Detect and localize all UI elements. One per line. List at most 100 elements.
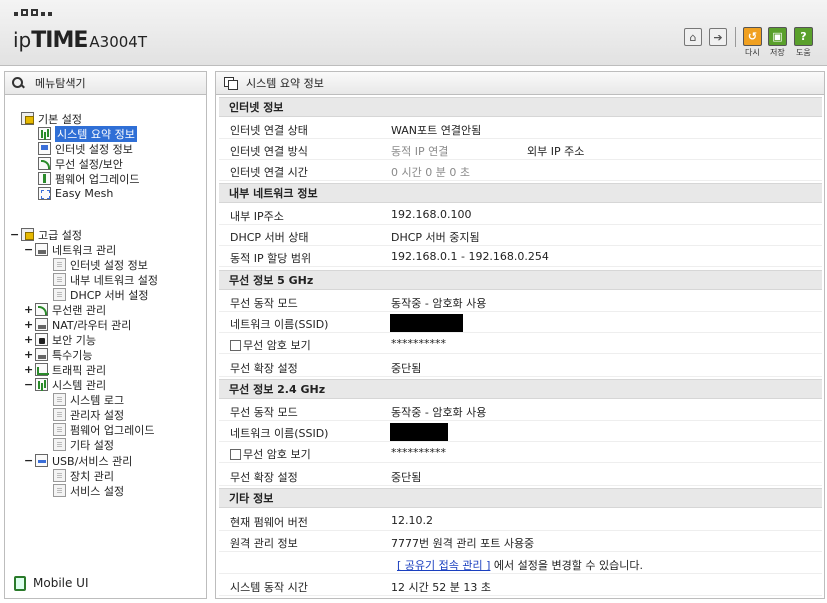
- tree-network-mgmt[interactable]: − 네트워크 관리: [24, 242, 116, 257]
- row-dhcp-status: DHCP 서버 상태 DHCP 서버 중지됨: [219, 225, 822, 246]
- tree-service-settings[interactable]: 서비스 설정: [53, 483, 124, 498]
- expand-icon[interactable]: +: [24, 348, 33, 361]
- show-password-24ghz-checkbox[interactable]: [230, 449, 241, 460]
- row-wifi5-extension: 무선 확장 설정 중단됨: [219, 356, 822, 377]
- logout-icon[interactable]: ➔: [709, 28, 727, 46]
- tree-special[interactable]: + 특수기능: [24, 347, 92, 362]
- row-firmware-version: 현재 펌웨어 버전 12.10.2: [219, 510, 822, 531]
- row-internet-status: 인터넷 연결 상태 WAN포트 연결안됨: [219, 118, 822, 139]
- collapse-icon[interactable]: −: [24, 454, 33, 467]
- mobile-ui-link[interactable]: Mobile UI: [14, 575, 89, 591]
- home-icon[interactable]: ⌂: [684, 28, 702, 46]
- upgrade-icon: [38, 172, 51, 185]
- header-divider: [735, 27, 736, 47]
- tree-system-log[interactable]: 시스템 로그: [53, 392, 124, 407]
- row-remote-mgmt: 원격 관리 정보 7777번 원격 관리 포트 사용중: [219, 531, 822, 552]
- tree-internet-settings[interactable]: 인터넷 설정 정보: [38, 141, 133, 156]
- tree-wireless-security[interactable]: 무선 설정/보안: [38, 156, 123, 171]
- help-label: 도움: [796, 48, 811, 57]
- lock-icon: [35, 333, 48, 346]
- section-wifi-24ghz: 무선 정보 2.4 GHz: [219, 379, 822, 399]
- expand-icon[interactable]: +: [24, 363, 33, 376]
- app-header: ipTIME A3004T ⌂ ➔ ↺ 다시 ▣ 저장 ? 도움: [0, 0, 827, 66]
- section-lan: 내부 네트워크 정보: [219, 183, 822, 203]
- save-label: 저장: [770, 48, 785, 57]
- tree-net-lan-settings[interactable]: 내부 네트워크 설정: [53, 272, 158, 287]
- row-dhcp-range: 동적 IP 할당 범위 192.168.0.1 - 192.168.0.254: [219, 246, 822, 267]
- section-etc: 기타 정보: [219, 488, 822, 508]
- traffic-icon: [35, 363, 49, 376]
- content-panel: 시스템 요약 정보 인터넷 정보 인터넷 연결 상태 WAN포트 연결안됨 인터…: [215, 71, 825, 599]
- redacted-ssid-5ghz: [390, 314, 463, 332]
- tree-device-mgmt[interactable]: 장치 관리: [53, 468, 114, 483]
- collapse-icon[interactable]: −: [10, 228, 19, 241]
- section-wifi-5ghz: 무선 정보 5 GHz: [219, 270, 822, 290]
- expand-icon[interactable]: +: [24, 333, 33, 346]
- row-wifi24-extension: 무선 확장 설정 중단됨: [219, 465, 822, 486]
- page-title: 시스템 요약 정보: [246, 77, 324, 90]
- tree-sys-firmware[interactable]: 펌웨어 업그레이드: [53, 422, 154, 437]
- row-wifi5-mode: 무선 동작 모드 동작중 - 암호화 사용: [219, 291, 822, 312]
- network-icon: [35, 243, 48, 256]
- tree-advanced-settings[interactable]: − 고급 설정: [10, 227, 82, 242]
- folder-icon: [21, 112, 34, 125]
- row-wifi24-password: 무선 암호 보기 **********: [219, 442, 822, 463]
- model-name: A3004T: [89, 33, 147, 51]
- tree-firmware-upgrade[interactable]: 펌웨어 업그레이드: [38, 171, 139, 186]
- menu-explorer: 메뉴탐색기 기본 설정 시스템 요약 정보 인터넷 설정 정보 무선 설정/보안…: [4, 71, 207, 599]
- expand-icon[interactable]: +: [24, 303, 33, 316]
- tree-admin-settings[interactable]: 관리자 설정: [53, 407, 124, 422]
- tree-security[interactable]: + 보안 기능: [24, 332, 96, 347]
- row-remote-link: [ 공유기 접속 관리 ] 에서 설정을 변경할 수 있습니다.: [219, 553, 822, 574]
- page-icon: [53, 484, 66, 497]
- redacted-ssid-24ghz: [390, 423, 448, 441]
- page-icon: [53, 258, 66, 271]
- folder-icon: [21, 228, 34, 241]
- phone-icon: [14, 575, 26, 591]
- row-wifi24-ssid: 네트워크 이름(SSID): [219, 421, 822, 442]
- save-icon[interactable]: ▣: [768, 27, 787, 46]
- page-icon: [53, 438, 66, 451]
- search-icon: [11, 76, 25, 90]
- tree-basic-settings[interactable]: 기본 설정: [21, 111, 82, 126]
- page-icon: [53, 423, 66, 436]
- row-wifi5-password: 무선 암호 보기 **********: [219, 333, 822, 354]
- row-internet-time: 인터넷 연결 시간 0 시간 0 분 0 초: [219, 160, 822, 181]
- tree-system-mgmt[interactable]: − 시스템 관리: [24, 377, 106, 392]
- page-icon: [53, 393, 66, 406]
- collapse-icon[interactable]: −: [24, 243, 33, 256]
- logo-dots: [14, 9, 52, 16]
- page-icon: [53, 273, 66, 286]
- tree-net-dhcp-settings[interactable]: DHCP 서버 설정: [53, 287, 149, 302]
- wifi-icon: [35, 303, 48, 316]
- chart-icon: [35, 378, 48, 391]
- brand-logo: ipTIME A3004T: [13, 28, 147, 53]
- wifi-icon: [38, 157, 51, 170]
- refresh-icon[interactable]: ↺: [743, 27, 762, 46]
- mesh-icon: [38, 187, 51, 200]
- collapse-icon[interactable]: −: [24, 378, 33, 391]
- tree-usb-service[interactable]: − USB/서비스 관리: [24, 453, 132, 468]
- router-access-mgmt-link[interactable]: [ 공유기 접속 관리 ]: [397, 559, 490, 572]
- row-wifi24-mode: 무선 동작 모드 동작중 - 암호화 사용: [219, 400, 822, 421]
- show-password-5ghz-checkbox[interactable]: [230, 340, 241, 351]
- tree-system-summary[interactable]: 시스템 요약 정보: [38, 125, 137, 142]
- section-internet: 인터넷 정보: [219, 97, 822, 117]
- refresh-label: 다시: [745, 48, 760, 57]
- tree-nat-router-mgmt[interactable]: + NAT/라우터 관리: [24, 317, 131, 332]
- row-internet-method: 인터넷 연결 방식 동적 IP 연결 외부 IP 주소: [219, 139, 822, 160]
- tree-traffic[interactable]: + 트래픽 관리: [24, 362, 106, 377]
- page-icon: [53, 288, 66, 301]
- pages-icon: [224, 77, 238, 90]
- menu-explorer-header: 메뉴탐색기: [5, 72, 206, 95]
- tree-easy-mesh[interactable]: Easy Mesh: [38, 186, 113, 201]
- tree-net-internet-settings[interactable]: 인터넷 설정 정보: [53, 257, 148, 272]
- tree-etc-settings[interactable]: 기타 설정: [53, 437, 114, 452]
- content-header: 시스템 요약 정보: [216, 72, 824, 95]
- expand-icon[interactable]: +: [24, 318, 33, 331]
- usb-icon: [35, 454, 48, 467]
- help-icon[interactable]: ?: [794, 27, 813, 46]
- router-icon: [35, 318, 48, 331]
- row-wifi5-ssid: 네트워크 이름(SSID): [219, 312, 822, 333]
- tree-wlan-mgmt[interactable]: + 무선랜 관리: [24, 302, 106, 317]
